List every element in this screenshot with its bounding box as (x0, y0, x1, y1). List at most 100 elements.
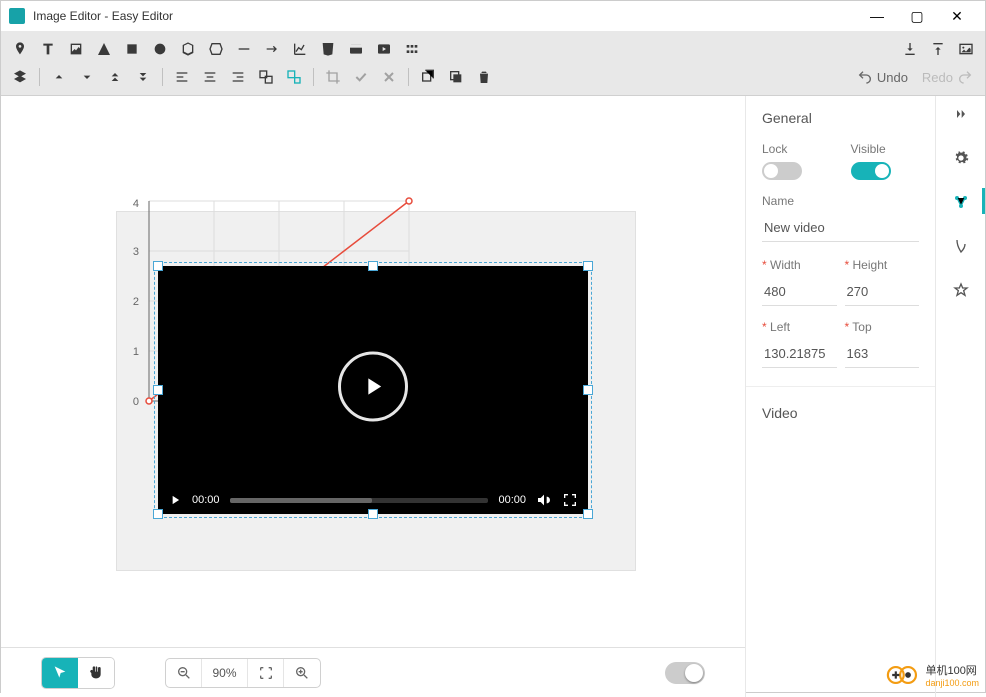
play-small-icon[interactable] (168, 493, 182, 507)
undo-button[interactable]: Undo (851, 69, 914, 85)
video-progress[interactable] (230, 498, 489, 503)
trash-icon[interactable] (471, 64, 497, 90)
double-up-icon[interactable] (102, 64, 128, 90)
star-icon[interactable] (953, 282, 969, 298)
redo-label: Redo (922, 70, 953, 85)
footer-toggle[interactable] (665, 662, 705, 684)
svg-text:4: 4 (133, 198, 139, 210)
select-mode-button[interactable] (42, 658, 78, 688)
watermark: 单机100网 danji100.com (885, 662, 979, 688)
line-icon[interactable] (231, 36, 257, 62)
video-element[interactable]: 00:00 00:00 (158, 266, 588, 514)
title-bar: Image Editor - Easy Editor — ▢ ✕ (1, 1, 985, 31)
gear-icon[interactable] (953, 150, 969, 166)
lock-label: Lock (762, 142, 831, 156)
play-button[interactable] (338, 352, 408, 422)
name-input[interactable] (762, 214, 919, 242)
clone-icon[interactable] (443, 64, 469, 90)
fullscreen-icon[interactable] (562, 492, 578, 508)
upload-icon[interactable] (925, 36, 951, 62)
pan-mode-button[interactable] (78, 658, 114, 688)
svg-text:0: 0 (133, 396, 139, 408)
fit-button[interactable] (248, 659, 284, 687)
visible-toggle[interactable] (851, 162, 891, 180)
time-total: 00:00 (498, 494, 526, 506)
cube-icon[interactable] (175, 36, 201, 62)
expand-panel-icon[interactable] (953, 106, 969, 122)
properties-panel: General Lock Visible Name Width Height (745, 96, 935, 697)
undo-label: Undo (877, 70, 908, 85)
volume-icon[interactable] (536, 492, 552, 508)
align-center-icon[interactable] (197, 64, 223, 90)
height-label: Height (845, 258, 920, 272)
window-title: Image Editor - Easy Editor (33, 9, 857, 23)
redo-button[interactable]: Redo (916, 69, 979, 85)
triangle-icon[interactable] (91, 36, 117, 62)
section-video: Video (762, 405, 919, 421)
gif-icon[interactable] (399, 36, 425, 62)
double-down-icon[interactable] (130, 64, 156, 90)
name-label: Name (762, 194, 919, 208)
visible-label: Visible (851, 142, 920, 156)
chart-icon[interactable] (287, 36, 313, 62)
align-left-icon[interactable] (169, 64, 195, 90)
resize-handle[interactable] (583, 509, 593, 519)
vine-icon[interactable] (953, 238, 969, 254)
x-icon[interactable] (376, 64, 402, 90)
chevron-up-icon[interactable] (46, 64, 72, 90)
side-rail (935, 96, 985, 697)
toolbar: Undo Redo (1, 31, 985, 96)
canvas-area[interactable]: 0 1 2 3 4 (1, 96, 745, 697)
resize-handle[interactable] (153, 385, 163, 395)
maximize-button[interactable]: ▢ (897, 1, 937, 31)
top-label: Top (845, 320, 920, 334)
resize-handle[interactable] (583, 261, 593, 271)
resize-handle[interactable] (583, 385, 593, 395)
ungroup-icon[interactable] (281, 64, 307, 90)
text-icon[interactable] (35, 36, 61, 62)
layers-icon[interactable] (7, 64, 33, 90)
video-controls: 00:00 00:00 (168, 492, 578, 508)
left-input[interactable] (762, 340, 837, 368)
circle-icon[interactable] (147, 36, 173, 62)
copy-layer-icon[interactable] (415, 64, 441, 90)
nodes-icon[interactable] (953, 194, 969, 210)
resize-handle[interactable] (153, 509, 163, 519)
svg-text:2: 2 (133, 296, 139, 308)
marker-icon[interactable] (7, 36, 33, 62)
svg-text:3: 3 (133, 246, 139, 258)
polygon-icon[interactable] (203, 36, 229, 62)
resize-handle[interactable] (368, 261, 378, 271)
svg-text:1: 1 (133, 346, 139, 358)
html-icon[interactable] (315, 36, 341, 62)
close-button[interactable]: ✕ (937, 1, 977, 31)
resize-handle[interactable] (368, 509, 378, 519)
crop-icon[interactable] (320, 64, 346, 90)
image-icon[interactable] (63, 36, 89, 62)
section-general: General (762, 110, 919, 126)
zoom-in-button[interactable] (284, 659, 320, 687)
video-icon[interactable] (371, 36, 397, 62)
download-icon[interactable] (897, 36, 923, 62)
chevron-down-icon[interactable] (74, 64, 100, 90)
zoom-out-button[interactable] (166, 659, 202, 687)
rect-icon[interactable] (119, 36, 145, 62)
resize-handle[interactable] (153, 261, 163, 271)
export-image-icon[interactable] (953, 36, 979, 62)
lock-toggle[interactable] (762, 162, 802, 180)
time-current: 00:00 (192, 494, 220, 506)
top-input[interactable] (845, 340, 920, 368)
card-icon[interactable] (343, 36, 369, 62)
canvas-footer: 90% (1, 647, 745, 697)
app-icon (9, 8, 25, 24)
check-icon[interactable] (348, 64, 374, 90)
arrow-icon[interactable] (259, 36, 285, 62)
height-input[interactable] (845, 278, 920, 306)
align-right-icon[interactable] (225, 64, 251, 90)
zoom-level: 90% (202, 659, 248, 687)
width-label: Width (762, 258, 837, 272)
minimize-button[interactable]: — (857, 1, 897, 31)
width-input[interactable] (762, 278, 837, 306)
left-label: Left (762, 320, 837, 334)
group-icon[interactable] (253, 64, 279, 90)
